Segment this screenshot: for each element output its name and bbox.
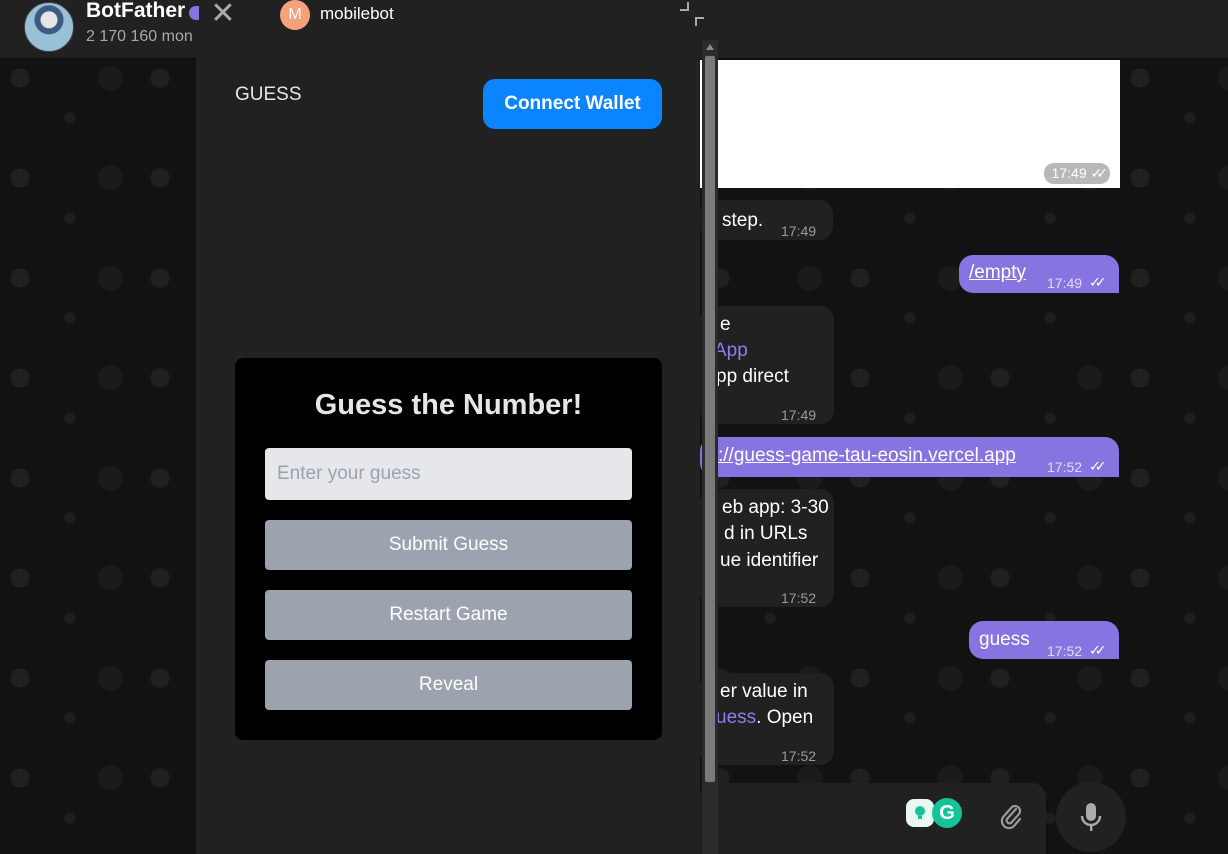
message-time: 17:52	[781, 590, 817, 606]
message-time: 17:52	[781, 748, 817, 764]
connect-wallet-button[interactable]: Connect Wallet	[483, 79, 662, 129]
message-text: er value in	[720, 681, 808, 702]
message-time: 17:49 ✓✓	[1043, 163, 1110, 184]
message-incoming[interactable]: step. 17:49	[700, 200, 833, 240]
command-link[interactable]: /empty	[969, 260, 1026, 286]
message-text: eb app: 3-30	[722, 497, 829, 518]
message-outgoing[interactable]: /empty 17:49 ✓✓	[959, 255, 1119, 293]
message-incoming[interactable]: e App pp direct 17:49	[700, 306, 834, 424]
message-time: 17:49	[781, 223, 817, 239]
message-text: pp direct	[716, 366, 789, 387]
paperclip-icon[interactable]	[998, 802, 1024, 832]
read-check-icon: ✓✓	[1089, 458, 1107, 474]
microphone-icon	[1080, 803, 1102, 831]
app-brand: GUESS	[235, 84, 302, 105]
grammarly-icon[interactable]: G	[932, 798, 962, 828]
bulb-icon[interactable]	[906, 799, 934, 827]
bot-avatar: M	[280, 0, 310, 30]
message-time: 17:49	[781, 407, 817, 423]
message-text: d in URLs	[724, 523, 808, 544]
message-time: 17:52	[1047, 459, 1083, 475]
close-icon[interactable]: ✕	[206, 0, 240, 30]
message-composer[interactable]	[700, 783, 1046, 854]
media-message[interactable]: 17:49 ✓✓	[700, 60, 1120, 188]
message-text: e	[720, 314, 731, 335]
avatar[interactable]	[24, 2, 74, 52]
verified-icon	[189, 6, 199, 20]
message-time: 17:49	[1047, 275, 1083, 291]
reveal-button[interactable]: Reveal	[265, 660, 632, 710]
guess-input[interactable]	[265, 448, 632, 500]
message-outgoing[interactable]: ://guess-game-tau-eosin.vercel.app 17:52…	[700, 437, 1119, 477]
message-link[interactable]: uess	[716, 707, 756, 728]
scroll-up-icon[interactable]	[706, 44, 714, 50]
message-text: ue identifier	[720, 550, 819, 571]
message-incoming[interactable]: er value in uess. Open 17:52	[700, 673, 834, 765]
peer-name[interactable]: BotFather	[86, 0, 185, 23]
read-check-icon: ✓✓	[1089, 274, 1107, 290]
peer-status: 2 170 160 mon	[86, 28, 193, 45]
message-text: . Open	[756, 707, 814, 728]
scrollbar-thumb[interactable]	[705, 56, 715, 782]
read-check-icon: ✓✓	[1089, 642, 1107, 658]
collapse-icon[interactable]	[678, 0, 706, 28]
message-incoming[interactable]: eb app: 3-30 d in URLs ue identifier 17:…	[700, 489, 834, 607]
game-title: Guess the Number!	[314, 389, 583, 421]
message-link[interactable]: App	[714, 338, 748, 364]
message-time: 17:52	[1047, 643, 1083, 659]
restart-game-button[interactable]: Restart Game	[265, 590, 632, 640]
url-link[interactable]: ://guess-game-tau-eosin.vercel.app	[718, 443, 1016, 469]
microphone-button[interactable]	[1056, 782, 1126, 852]
submit-guess-button[interactable]: Submit Guess	[265, 520, 632, 570]
webapp-title: mobilebot	[320, 4, 394, 23]
message-text: step.	[722, 210, 764, 231]
message-text: guess	[979, 629, 1030, 650]
message-outgoing[interactable]: guess 17:52 ✓✓	[969, 621, 1119, 659]
